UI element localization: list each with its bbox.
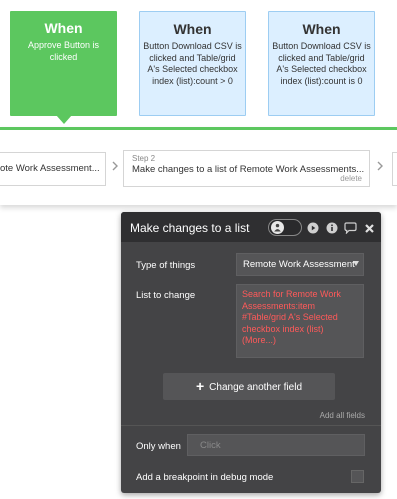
step-2-number: Step 2	[132, 154, 156, 163]
comment-icon[interactable]	[344, 221, 357, 235]
workflow-step-3[interactable]	[392, 152, 397, 186]
only-when-placeholder: Click	[200, 440, 221, 451]
person-icon	[271, 221, 284, 234]
breakpoint-label: Add a breakpoint in debug mode	[136, 472, 274, 483]
arrow-right-icon	[374, 160, 386, 172]
expression-line: checkbox index (list)	[242, 323, 324, 334]
arrow-right-icon	[109, 160, 121, 172]
step-2-delete-link[interactable]: delete	[340, 174, 362, 183]
type-of-things-select[interactable]: Remote Work Assessment	[236, 253, 364, 276]
change-another-field-label: Change another field	[209, 382, 303, 393]
type-of-things-label: Type of things	[136, 260, 196, 271]
event-when-label: When	[302, 21, 341, 37]
list-to-change-label: List to change	[136, 290, 196, 301]
step-1-title: ote Work Assessment...	[0, 163, 100, 174]
expression-line: Search for Remote Work	[242, 289, 341, 299]
workflow-steps-strip: ote Work Assessment... Step 2 Make chang…	[0, 127, 397, 205]
event-card-download-csv-count-0[interactable]: When Button Download CSV is clicked and …	[268, 11, 375, 116]
workflow-step-2[interactable]: Step 2 Make changes to a list of Remote …	[123, 150, 370, 187]
workflow-step-1[interactable]: ote Work Assessment...	[0, 152, 106, 186]
play-icon[interactable]	[307, 221, 319, 234]
event-card-approve[interactable]: When Approve Button is clicked	[10, 11, 117, 116]
event-description: Approve Button is clicked	[27, 40, 100, 62]
event-when-label: When	[173, 21, 212, 37]
action-property-editor: Make changes to a list of Type of things…	[121, 212, 381, 493]
info-icon[interactable]	[326, 221, 338, 234]
close-icon[interactable]	[364, 221, 376, 233]
event-card-download-csv-count-gt-0[interactable]: When Button Download CSV is clicked and …	[139, 11, 246, 116]
divider	[121, 425, 381, 426]
expression-line: Assessments:item	[242, 300, 316, 311]
plus-icon: +	[195, 378, 205, 394]
list-to-change-expression[interactable]: Search for Remote Work Assessments:item …	[236, 284, 364, 358]
expression-line: #Table/grid A's Selected	[242, 312, 338, 322]
only-when-label: Only when	[136, 441, 181, 452]
add-all-fields-link[interactable]: Add all fields	[320, 411, 365, 420]
action-toggle[interactable]	[268, 219, 302, 236]
chevron-down-icon	[353, 261, 359, 266]
step-2-title: Make changes to a list of Remote Work As…	[132, 164, 365, 175]
event-description: Button Download CSV is clicked and Table…	[272, 41, 371, 86]
panel-title: Make changes to a list of	[130, 221, 252, 235]
only-when-input[interactable]: Click	[187, 434, 365, 456]
selected-event-pointer	[56, 115, 72, 124]
expression-more-link[interactable]: (More...)	[242, 335, 358, 347]
event-description: Button Download CSV is clicked and Table…	[143, 41, 242, 86]
type-of-things-value: Remote Work Assessment	[243, 259, 355, 270]
event-when-label: When	[44, 20, 83, 36]
change-another-field-button[interactable]: + Change another field	[163, 373, 335, 400]
panel-header: Make changes to a list of	[121, 212, 381, 242]
breakpoint-checkbox[interactable]	[351, 470, 364, 483]
